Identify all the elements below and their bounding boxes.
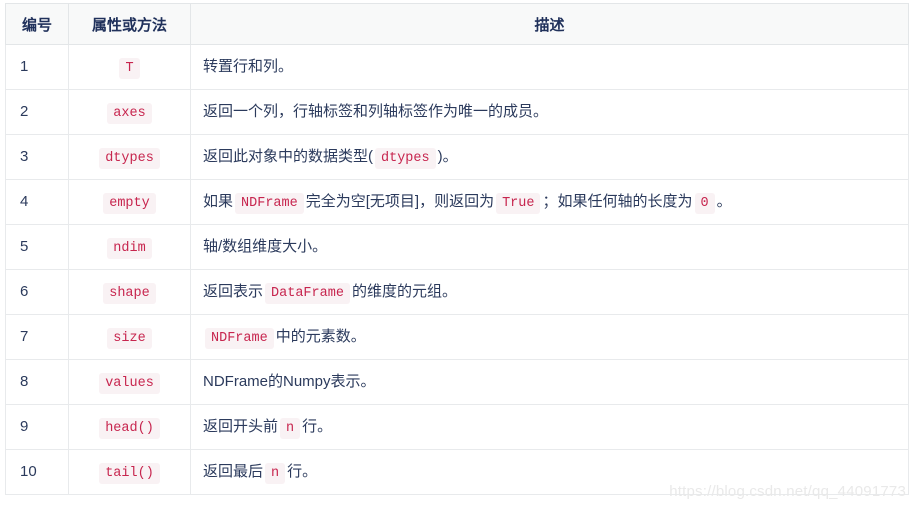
attribute-name-cell: ndim <box>68 224 191 270</box>
pandas-attributes-table: 编号 属性或方法 描述 1 T 转置行和列。 2 axes 返回一个列，行轴标签和列轴标签… <box>5 3 909 495</box>
description-cell: 返回最后 n 行。 <box>190 449 909 495</box>
description-text: 如果 NDFrame 完全为空[无项目]，则返回为 True ；如果任何轴的长度为 0。 <box>203 192 732 214</box>
description-text: NDFrame的Numpy表示。 <box>203 373 376 390</box>
description-segment: 行。 <box>302 417 333 435</box>
description-cell: 如果 NDFrame 完全为空[无项目]，则返回为 True ；如果任何轴的长度为 0。 <box>190 179 909 225</box>
description-segment: 的维度的元组。 <box>351 282 457 300</box>
description-segment: 返回一个列，行轴标签和列轴标签作为唯一的成员。 <box>203 103 549 121</box>
description-text: 轴/数组维度大小。 <box>203 238 327 255</box>
attribute-name-cell: head() <box>68 404 191 450</box>
description-segment: 返回最后 <box>203 462 264 480</box>
table-row: 9 head() 返回开头前 n 行。 <box>5 404 909 450</box>
description-segment: )。 <box>437 147 458 165</box>
table-row: 3 dtypes 返回此对象中的数据类型(dtypes)。 <box>5 134 909 180</box>
description-cell: NDFrame 中的元素数。 <box>190 314 909 360</box>
description-text: 转置行和列。 <box>203 58 293 75</box>
description-segment: NDFrame的Numpy表示。 <box>203 373 376 391</box>
attribute-name-cell: shape <box>68 269 191 315</box>
code-badge: n <box>265 462 286 484</box>
description-cell: 轴/数组维度大小。 <box>190 224 909 270</box>
row-number-cell: 4 <box>5 179 69 225</box>
column-header-description: 描述 <box>190 3 909 45</box>
description-segment: 行。 <box>287 462 318 480</box>
table-header: 编号 属性或方法 描述 <box>5 3 909 45</box>
table-row: 8 values NDFrame的Numpy表示。 <box>5 359 909 405</box>
table-row: 5 ndim 轴/数组维度大小。 <box>5 224 909 270</box>
table-row: 10 tail() 返回最后 n 行。 <box>5 449 909 495</box>
code-badge: 0 <box>694 192 715 214</box>
code-badge: T <box>119 57 140 79</box>
description-text: 返回最后 n 行。 <box>203 462 318 484</box>
description-text: 返回表示 DataFrame 的维度的元组。 <box>203 282 457 304</box>
column-header-attribute: 属性或方法 <box>68 3 191 45</box>
row-number-cell: 7 <box>5 314 69 360</box>
attribute-name-cell: size <box>68 314 191 360</box>
code-badge: True <box>496 192 541 214</box>
column-header-number: 编号 <box>5 3 69 45</box>
description-cell: NDFrame的Numpy表示。 <box>190 359 909 405</box>
description-cell: 转置行和列。 <box>190 44 909 90</box>
code-badge: DataFrame <box>265 282 350 304</box>
description-segment: ；如果任何轴的长度为 <box>542 192 693 210</box>
description-cell: 返回此对象中的数据类型(dtypes)。 <box>190 134 909 180</box>
description-segment: 返回此对象中的数据类型( <box>203 147 373 165</box>
table-header-row: 编号 属性或方法 描述 <box>5 3 909 45</box>
description-segment: 中的元素数。 <box>275 327 366 345</box>
code-badge: shape <box>103 282 156 304</box>
description-text: 返回开头前 n 行。 <box>203 417 333 439</box>
table-row: 1 T 转置行和列。 <box>5 44 909 90</box>
description-segment: 转置行和列。 <box>203 58 294 76</box>
row-number-cell: 5 <box>5 224 69 270</box>
attribute-name-cell: values <box>68 359 191 405</box>
code-badge: n <box>280 417 301 439</box>
attribute-name-cell: axes <box>68 89 191 135</box>
description-segment: 返回表示 <box>203 282 264 300</box>
code-badge: empty <box>103 192 156 214</box>
code-badge: ndim <box>107 237 152 259</box>
code-badge: axes <box>107 102 152 124</box>
description-segment: 完全为空[无项目]，则返回为 <box>305 192 495 210</box>
description-text: 返回此对象中的数据类型(dtypes)。 <box>203 147 458 169</box>
description-segment: 。 <box>716 192 732 210</box>
description-cell: 返回开头前 n 行。 <box>190 404 909 450</box>
table-row: 4 empty 如果 NDFrame 完全为空[无项目]，则返回为 True ；如果任何轴的… <box>5 179 909 225</box>
code-badge: dtypes <box>99 147 160 169</box>
row-number-cell: 10 <box>5 449 69 495</box>
row-number-cell: 1 <box>5 44 69 90</box>
table-row: 6 shape 返回表示 DataFrame 的维度的元组。 <box>5 269 909 315</box>
code-badge: dtypes <box>375 147 436 169</box>
description-segment: 返回开头前 <box>203 417 279 435</box>
row-number-cell: 9 <box>5 404 69 450</box>
attribute-name-cell: T <box>68 44 191 90</box>
code-badge: values <box>99 372 160 394</box>
row-number-cell: 2 <box>5 89 69 135</box>
attribute-name-cell: tail() <box>68 449 191 495</box>
row-number-cell: 8 <box>5 359 69 405</box>
code-badge: head() <box>99 417 160 439</box>
table-body: 1 T 转置行和列。 2 axes 返回一个列，行轴标签和列轴标签作为唯一的成员。 3 dty… <box>5 44 909 495</box>
description-cell: 返回一个列，行轴标签和列轴标签作为唯一的成员。 <box>190 89 909 135</box>
attribute-name-cell: empty <box>68 179 191 225</box>
row-number-cell: 6 <box>5 269 69 315</box>
code-badge: tail() <box>99 462 160 484</box>
code-badge: size <box>107 327 152 349</box>
code-badge: NDFrame <box>205 327 274 349</box>
table-row: 7 size NDFrame 中的元素数。 <box>5 314 909 360</box>
description-segment: 如果 <box>203 192 234 210</box>
attributes-table-container: 编号 属性或方法 描述 1 T 转置行和列。 2 axes 返回一个列，行轴标签和列轴标签… <box>5 3 909 497</box>
table-row: 2 axes 返回一个列，行轴标签和列轴标签作为唯一的成员。 <box>5 89 909 135</box>
description-text: 返回一个列，行轴标签和列轴标签作为唯一的成员。 <box>203 103 548 120</box>
row-number-cell: 3 <box>5 134 69 180</box>
description-cell: 返回表示 DataFrame 的维度的元组。 <box>190 269 909 315</box>
attribute-name-cell: dtypes <box>68 134 191 180</box>
description-text: NDFrame 中的元素数。 <box>203 327 366 349</box>
description-segment: 轴/数组维度大小。 <box>203 238 328 256</box>
code-badge: NDFrame <box>235 192 304 214</box>
